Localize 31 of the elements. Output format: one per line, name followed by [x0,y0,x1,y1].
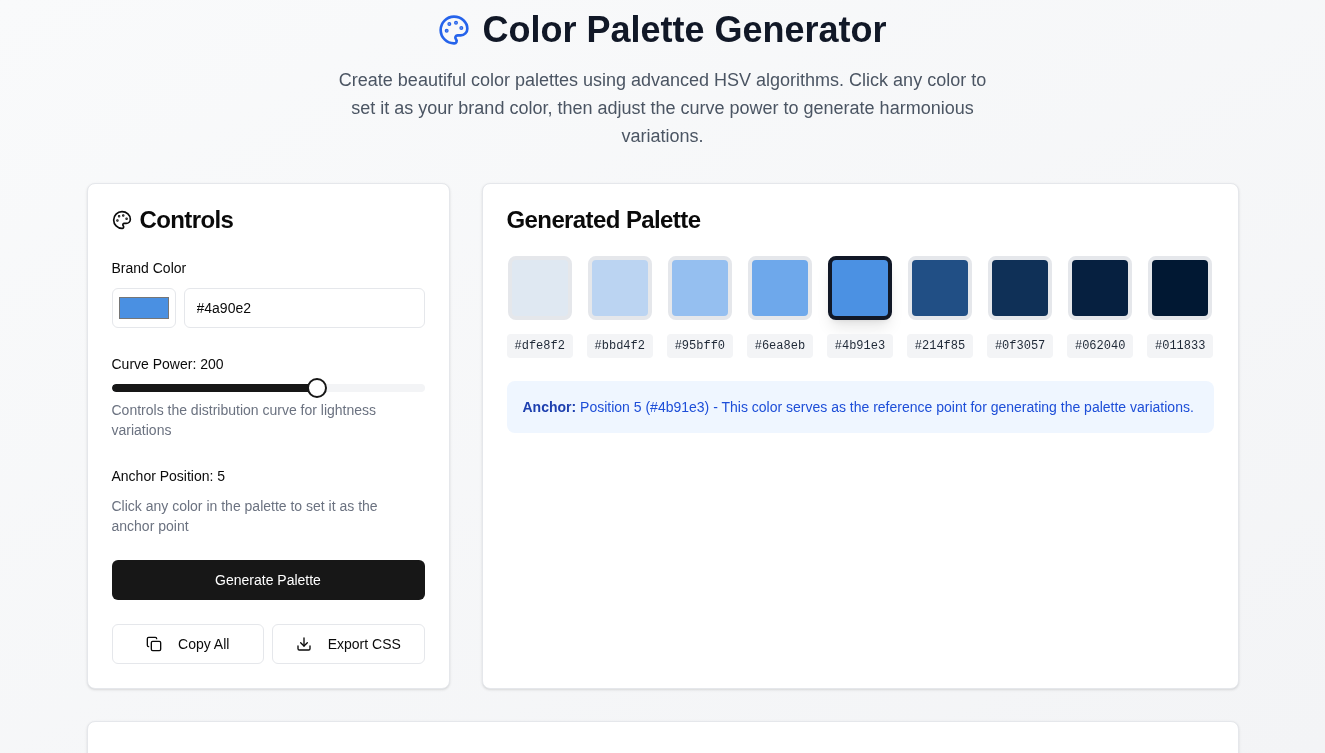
action-button[interactable]: Export CSS [272,624,425,664]
anchor-note: Anchor: Position 5 (#4b91e3) - This color serves as the reference point for generating the palette variations. [506,381,1214,433]
palette-icon [111,210,132,230]
generate-button[interactable]: Generate Palette [111,560,425,600]
field-label: Brand Color [111,259,188,278]
page-title: Color Palette Generator [482,10,887,50]
hex-label: #062040 [1066,334,1134,358]
action-button[interactable]: Copy All [111,624,264,664]
hex-label: #bbd4f2 [586,334,653,358]
help-text: Controls the distribution curve for lightness variations [111,401,378,440]
color-picker[interactable] [111,288,176,328]
hex-label: #4b91e3 [826,334,894,358]
card-title: Controls [139,208,234,232]
field-label: Curve Power: 200 [111,355,225,374]
hex-label: #6ea8eb [746,334,814,358]
field-label: Anchor Position: 5 [111,467,227,486]
slider-track[interactable] [111,384,425,392]
hex-label: #95bff0 [666,334,734,358]
color-swatch[interactable] [827,256,892,320]
hex-input[interactable]: #4a90e2 [183,288,425,328]
slider-thumb[interactable] [306,378,327,398]
palette-icon [438,14,471,46]
card-title: Generated Palette [506,208,702,232]
download-icon [295,636,312,652]
hex-label: #0f3057 [986,334,1054,358]
hex-label: #214f85 [906,334,974,358]
hex-label: #dfe8f2 [506,334,573,358]
help-text: Click any color in the palette to set it as the anchor point [111,497,379,536]
copy-icon [146,636,163,652]
page-subtitle: Create beautiful color palettes using advanced HSV algorithms. Click any color to set it as your brand color, then adjust the curve power to generate harmonious variations. [337,69,988,148]
hex-label: #011833 [1147,334,1214,358]
